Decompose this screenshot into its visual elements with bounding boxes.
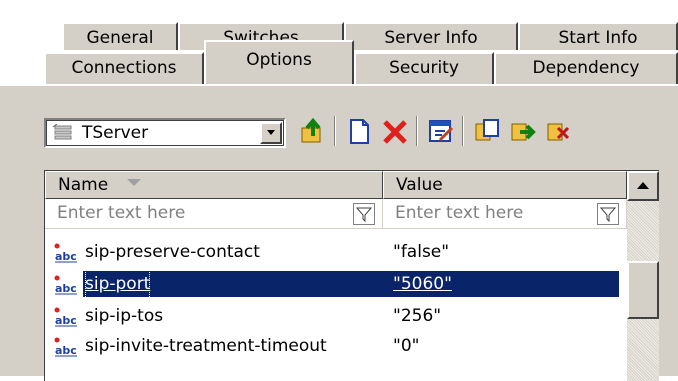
tab-dependency[interactable]: Dependency — [494, 52, 678, 84]
options-panel: TServer Name Value Enter text here Enter… — [0, 84, 678, 381]
funnel-icon — [355, 207, 373, 223]
svg-text:abc: abc — [55, 314, 77, 327]
toolbar-separator — [416, 116, 418, 146]
name-filter-input[interactable]: Enter text here — [45, 199, 383, 229]
tab-security[interactable]: Security — [354, 52, 494, 84]
toolbar-separator — [334, 116, 336, 146]
combo-dropdown-button[interactable] — [260, 122, 282, 144]
edit-button[interactable] — [426, 116, 456, 146]
string-option-icon: abc — [53, 307, 81, 327]
delete-icon — [383, 120, 407, 144]
tab-label: Start Info — [558, 28, 638, 48]
value-filter-input[interactable]: Enter text here — [383, 199, 627, 229]
tab-start-info[interactable]: Start Info — [518, 22, 678, 50]
option-value[interactable]: "5060" — [393, 269, 452, 299]
copy-button[interactable] — [472, 116, 502, 146]
svg-text:abc: abc — [55, 344, 77, 357]
paste-button[interactable] — [508, 116, 538, 146]
options-grid: Name Value Enter text here Enter text he… — [44, 170, 659, 381]
export-icon — [547, 123, 570, 141]
tab-label: Dependency — [532, 58, 640, 78]
option-name: sip-preserve-contact — [85, 242, 260, 262]
option-name: sip-port — [85, 269, 151, 299]
chevron-down-icon — [267, 130, 275, 135]
paste-icon — [511, 123, 536, 141]
section-icon — [52, 123, 74, 142]
column-header-label: Name — [58, 175, 109, 195]
section-combo[interactable]: TServer — [44, 118, 286, 148]
string-option-icon: abc — [53, 275, 81, 295]
table-row-selected[interactable]: abc sip-port "5060" — [45, 269, 627, 299]
column-header-value[interactable]: Value — [383, 171, 627, 199]
svg-text:abc: abc — [55, 282, 77, 295]
table-row[interactable]: abc sip-preserve-contact "false" — [45, 237, 627, 267]
scroll-up-button[interactable] — [627, 171, 659, 201]
up-folder-icon — [301, 117, 321, 143]
up-folder-button[interactable] — [298, 116, 328, 146]
svg-text:abc: abc — [55, 250, 77, 263]
export-button[interactable] — [544, 116, 574, 146]
column-header-label: Value — [396, 175, 443, 195]
tab-general[interactable]: General — [62, 22, 178, 50]
tab-label: General — [86, 28, 154, 48]
option-name: sip-ip-tos — [85, 306, 164, 326]
edit-icon — [429, 120, 454, 142]
tab-options[interactable]: Options — [204, 40, 354, 84]
vertical-scrollbar[interactable] — [627, 171, 659, 381]
string-option-icon: abc — [53, 243, 81, 263]
column-header-name[interactable]: Name — [45, 171, 383, 199]
tab-label: Options — [246, 50, 312, 70]
arrow-up-icon — [637, 182, 649, 189]
tab-server-info[interactable]: Server Info — [344, 22, 518, 50]
tab-label: Connections — [71, 58, 177, 78]
option-name: sip-invite-treatment-timeout — [85, 336, 327, 356]
scroll-thumb[interactable] — [627, 261, 659, 319]
section-combo-value: TServer — [82, 123, 149, 143]
table-row[interactable]: abc sip-invite-treatment-timeout "0" — [45, 331, 627, 361]
delete-button[interactable] — [380, 116, 410, 146]
option-value: "false" — [393, 242, 450, 262]
option-value: "0" — [393, 336, 420, 356]
selection-highlight — [83, 271, 619, 297]
filter-placeholder: Enter text here — [57, 203, 186, 223]
tab-label: Security — [389, 58, 459, 78]
funnel-icon — [599, 207, 617, 223]
sort-arrow-icon — [127, 179, 141, 186]
filter-placeholder: Enter text here — [395, 203, 524, 223]
option-value: "256" — [393, 306, 442, 326]
table-row[interactable]: abc sip-ip-tos "256" — [45, 301, 627, 331]
tab-label: Server Info — [384, 28, 478, 48]
tab-strip: General Switches Server Info Start Info … — [0, 0, 678, 92]
toolbar-separator — [462, 116, 464, 146]
new-button[interactable] — [344, 116, 374, 146]
value-filter-button[interactable] — [597, 203, 619, 225]
name-filter-button[interactable] — [353, 203, 375, 225]
new-page-icon — [350, 119, 369, 144]
copy-icon — [475, 119, 499, 141]
tab-connections[interactable]: Connections — [44, 52, 204, 84]
string-option-icon: abc — [53, 337, 81, 357]
